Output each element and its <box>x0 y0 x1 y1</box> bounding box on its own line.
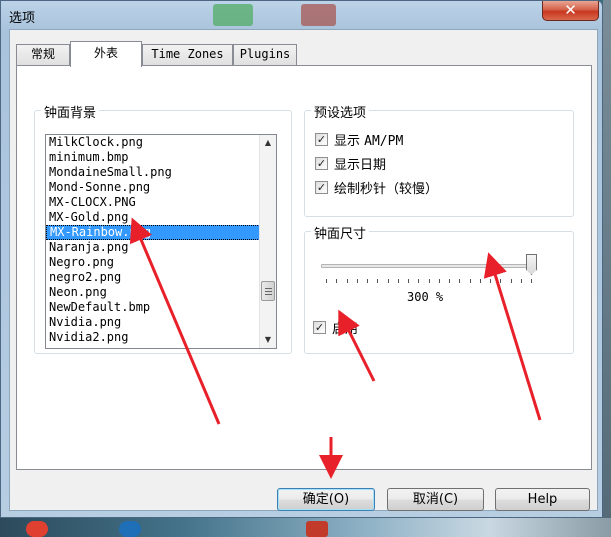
tab-plugins[interactable]: Plugins <box>233 44 297 65</box>
option-enable-size[interactable]: ✓ 启用 <box>313 318 359 337</box>
desktop-edge <box>603 0 611 518</box>
preset-options-group: 预设选项 ✓ 显示 AM/PM ✓ 显示日期 ✓ 绘制秒针（较慢） <box>304 102 574 217</box>
window-title: 选项 <box>9 11 36 26</box>
list-item[interactable]: Mond-Sonne.png <box>46 180 276 195</box>
slider-tick <box>520 279 522 283</box>
scroll-up-icon[interactable]: ▲ <box>260 135 276 151</box>
group-title: 钟面尺寸 <box>311 223 370 242</box>
help-button[interactable]: Help <box>495 488 590 511</box>
list-item[interactable]: Naranja.png <box>46 240 276 255</box>
slider-tick <box>418 279 420 283</box>
background-app-thumbnail <box>213 4 253 26</box>
option-label: 绘制秒针（较慢） <box>334 181 439 197</box>
list-item[interactable]: MX-CLOCX.PNG <box>46 195 276 210</box>
slider-tick <box>510 279 512 283</box>
background-file-list[interactable]: MilkClock.png minimum.bmp MondaineSmall.pn… <box>45 134 277 349</box>
checkbox[interactable]: ✓ <box>315 132 328 146</box>
slider-tick <box>336 279 338 283</box>
slider-tick <box>459 279 461 283</box>
slider-tick <box>428 279 430 283</box>
tab-appearance[interactable]: 外表 <box>70 41 142 67</box>
slider-tick <box>531 279 532 283</box>
slider-tick <box>326 279 327 283</box>
list-item[interactable]: NewDefault.bmp <box>46 300 276 315</box>
group-title: 钟面背景 <box>41 102 100 121</box>
checkbox[interactable]: ✓ <box>315 180 328 194</box>
list-item[interactable]: MX-Rainbow.png <box>46 225 276 240</box>
option-draw-second-hand[interactable]: ✓ 绘制秒针（较慢） <box>315 178 439 197</box>
slider-tick <box>469 279 471 283</box>
dialog-client-area: 常规 外表 Time Zones Plugins 钟面背景 MilkClock.… <box>9 29 598 511</box>
slider-tick <box>490 279 491 283</box>
slider-tick <box>449 279 450 283</box>
checkbox[interactable]: ✓ <box>313 320 326 334</box>
taskbar-app-icon[interactable] <box>26 521 48 537</box>
close-button[interactable]: ✕ <box>542 1 599 21</box>
size-slider-thumb[interactable] <box>526 254 537 275</box>
list-item[interactable]: Nvidia2.png <box>46 330 276 345</box>
vertical-scrollbar[interactable]: ▲ ▼ <box>259 135 276 348</box>
slider-tick <box>500 279 502 283</box>
clock-size-group: 钟面尺寸 300 % ✓ 启用 <box>304 223 574 354</box>
slider-tick <box>438 279 440 283</box>
options-dialog: 选项 ✕ 常规 外表 Time Zones Plugins 钟面背景 MilkC… <box>0 0 603 518</box>
slider-tick <box>397 279 399 283</box>
group-title: 预设选项 <box>311 102 370 121</box>
ok-button[interactable]: 确定(O) <box>277 488 375 511</box>
slider-tick <box>408 279 409 283</box>
list-item[interactable]: MondaineSmall.png <box>46 165 276 180</box>
slider-tick <box>377 279 379 283</box>
slider-tick <box>356 279 358 283</box>
cancel-button[interactable]: 取消(C) <box>387 488 484 511</box>
option-show-date[interactable]: ✓ 显示日期 <box>315 154 387 173</box>
slider-tick <box>387 279 389 283</box>
scroll-down-icon[interactable]: ▼ <box>260 332 276 348</box>
list-item[interactable]: Negro.png <box>46 255 276 270</box>
option-label: 显示日期 <box>334 157 387 173</box>
scrollbar-thumb[interactable] <box>261 281 275 301</box>
title-bar[interactable]: 选项 ✕ <box>1 1 604 29</box>
list-item[interactable]: negro2.png <box>46 270 276 285</box>
tab-time-zones[interactable]: Time Zones <box>142 44 233 65</box>
taskbar-app-icon[interactable] <box>306 521 328 537</box>
list-item[interactable]: Nvidia.png <box>46 315 276 330</box>
size-value: 300 % <box>407 290 444 304</box>
slider-tick <box>346 279 348 283</box>
option-label: 启用 <box>332 321 359 337</box>
size-slider-track[interactable] <box>321 264 537 268</box>
taskbar-app-icon[interactable] <box>119 521 141 537</box>
checkbox[interactable]: ✓ <box>315 156 328 170</box>
clock-background-group: 钟面背景 MilkClock.png minimum.bmp MondaineSma… <box>34 102 292 354</box>
appearance-panel: 钟面背景 MilkClock.png minimum.bmp MondaineSma… <box>16 65 592 470</box>
option-show-ampm[interactable]: ✓ 显示 AM/PM <box>315 130 404 149</box>
slider-tick <box>367 279 368 283</box>
option-label: 显示 AM/PM <box>334 133 404 149</box>
background-app-thumbnail <box>301 4 336 26</box>
tab-general[interactable]: 常规 <box>16 44 70 65</box>
list-item[interactable]: MilkClock.png <box>46 135 276 150</box>
list-item[interactable]: MX-Gold.png <box>46 210 276 225</box>
list-item[interactable]: minimum.bmp <box>46 150 276 165</box>
list-item[interactable]: Neon.png <box>46 285 276 300</box>
slider-tick <box>479 279 481 283</box>
